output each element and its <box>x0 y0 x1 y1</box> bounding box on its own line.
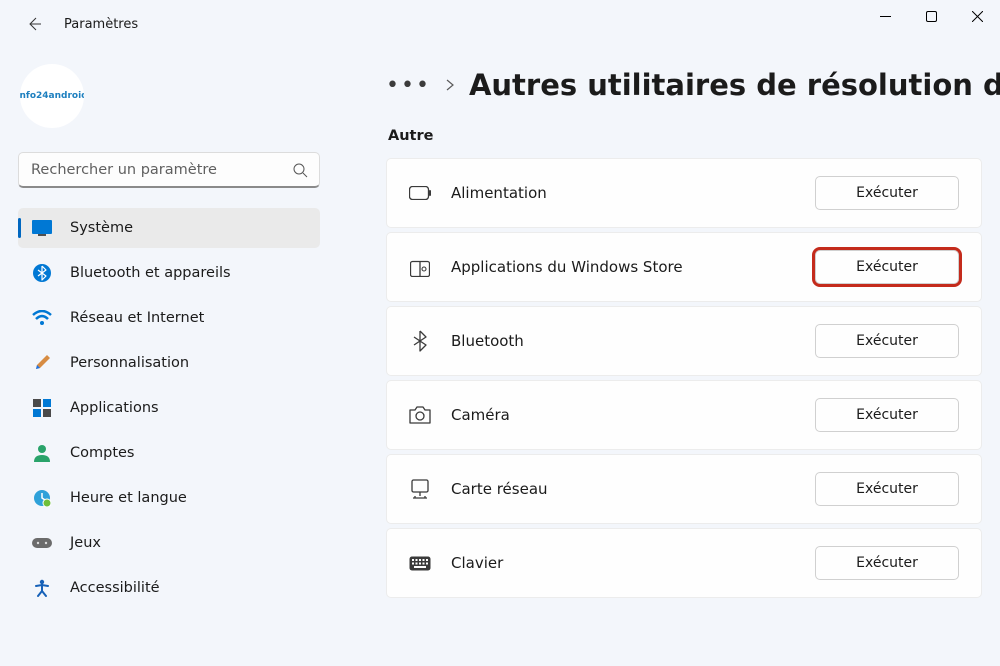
minimize-icon <box>880 11 891 22</box>
maximize-button[interactable] <box>908 0 954 32</box>
breadcrumb-more[interactable]: ••• <box>386 73 431 98</box>
nav-item-label: Personnalisation <box>70 355 189 371</box>
troubleshooter-label: Bluetooth <box>451 332 815 350</box>
nav-item-label: Applications <box>70 400 159 416</box>
store-icon <box>409 256 431 278</box>
main-content: ••• Autres utilitaires de résolution des… <box>330 48 1000 666</box>
nav: Système Bluetooth et appareils Réseau et… <box>18 208 320 613</box>
execute-button[interactable]: Exécuter <box>815 176 959 210</box>
nav-item-label: Système <box>70 220 133 236</box>
minimize-button[interactable] <box>862 0 908 32</box>
troubleshooter-list: Alimentation Exécuter Applications du Wi… <box>386 158 982 598</box>
sidebar: info24android Système Bluetooth et appar… <box>0 48 330 666</box>
execute-button[interactable]: Exécuter <box>815 324 959 358</box>
troubleshooter-network-adapter[interactable]: Carte réseau Exécuter <box>386 454 982 524</box>
nav-item-label: Bluetooth et appareils <box>70 265 231 281</box>
battery-icon <box>409 182 431 204</box>
nav-item-label: Comptes <box>70 445 135 461</box>
execute-button[interactable]: Exécuter <box>815 398 959 432</box>
troubleshooter-keyboard[interactable]: Clavier Exécuter <box>386 528 982 598</box>
apps-icon <box>32 398 52 418</box>
nav-item-label: Heure et langue <box>70 490 187 506</box>
avatar-text: info24android <box>20 91 84 101</box>
execute-button[interactable]: Exécuter <box>815 472 959 506</box>
close-button[interactable] <box>954 0 1000 32</box>
keyboard-icon <box>409 552 431 574</box>
troubleshooter-camera[interactable]: Caméra Exécuter <box>386 380 982 450</box>
troubleshooter-windows-store-apps[interactable]: Applications du Windows Store Exécuter <box>386 232 982 302</box>
nav-item-bluetooth[interactable]: Bluetooth et appareils <box>18 253 320 293</box>
arrow-left-icon <box>26 16 42 32</box>
search-input[interactable] <box>18 152 320 188</box>
back-button[interactable] <box>24 14 44 34</box>
nav-item-accessibility[interactable]: Accessibilité <box>18 568 320 608</box>
troubleshooter-bluetooth[interactable]: Bluetooth Exécuter <box>386 306 982 376</box>
maximize-icon <box>926 11 937 22</box>
chevron-right-icon <box>445 79 455 91</box>
nav-item-network[interactable]: Réseau et Internet <box>18 298 320 338</box>
close-icon <box>972 11 983 22</box>
nav-item-label: Accessibilité <box>70 580 160 596</box>
troubleshooter-label: Applications du Windows Store <box>451 258 815 276</box>
breadcrumb: ••• Autres utilitaires de résolution des… <box>386 68 1000 102</box>
troubleshooter-label: Clavier <box>451 554 815 572</box>
avatar[interactable]: info24android <box>20 64 84 128</box>
accessibility-icon <box>32 578 52 598</box>
page-title: Autres utilitaires de résolution des pro… <box>469 68 1000 102</box>
nav-item-accounts[interactable]: Comptes <box>18 433 320 473</box>
troubleshooter-label: Alimentation <box>451 184 815 202</box>
nav-item-gaming[interactable]: Jeux <box>18 523 320 563</box>
account-icon <box>32 443 52 463</box>
bluetooth-outline-icon <box>409 330 431 352</box>
nav-item-system[interactable]: Système <box>18 208 320 248</box>
bluetooth-icon <box>32 263 52 283</box>
network-card-icon <box>409 478 431 500</box>
camera-icon <box>409 404 431 426</box>
execute-button[interactable]: Exécuter <box>815 250 959 284</box>
section-title: Autre <box>388 128 1000 144</box>
time-icon <box>32 488 52 508</box>
wifi-icon <box>32 308 52 328</box>
search-icon <box>292 162 308 178</box>
brush-icon <box>32 353 52 373</box>
games-icon <box>32 533 52 553</box>
troubleshooter-label: Carte réseau <box>451 480 815 498</box>
troubleshooter-power[interactable]: Alimentation Exécuter <box>386 158 982 228</box>
nav-item-time-language[interactable]: Heure et langue <box>18 478 320 518</box>
nav-item-personalization[interactable]: Personnalisation <box>18 343 320 383</box>
execute-button[interactable]: Exécuter <box>815 546 959 580</box>
app-title: Paramètres <box>64 17 138 32</box>
nav-item-label: Réseau et Internet <box>70 310 204 326</box>
display-icon <box>32 218 52 238</box>
nav-item-apps[interactable]: Applications <box>18 388 320 428</box>
troubleshooter-label: Caméra <box>451 406 815 424</box>
nav-item-label: Jeux <box>70 535 101 551</box>
